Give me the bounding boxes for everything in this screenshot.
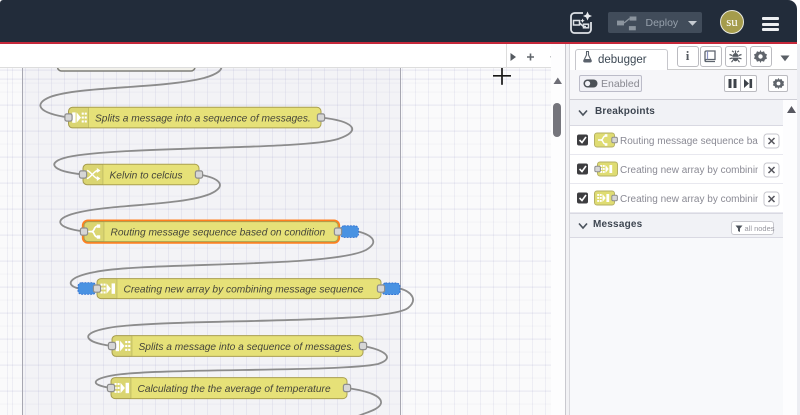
svg-text:Splits a message into a sequen: Splits a message into a sequence of mess… <box>95 114 311 125</box>
svg-text:Creating new array by combinin: Creating new array by combining m <box>620 194 777 205</box>
svg-text:Creating new array by combinin: Creating new array by combining m <box>620 165 777 176</box>
svg-text:Routing message sequence based: Routing message sequence based on condit… <box>111 228 326 239</box>
svg-text:Splits a message into a sequen: Splits a message into a sequence of mess… <box>139 342 355 353</box>
svg-text:Creating new array by combinin: Creating new array by combining message … <box>124 285 364 296</box>
svg-text:Kelvin to celcius: Kelvin to celcius <box>110 171 183 182</box>
svg-text:Calculating the the average of: Calculating the the average of temperatu… <box>138 384 331 395</box>
svg-text:Routing message sequence based: Routing message sequence based <box>620 136 774 147</box>
